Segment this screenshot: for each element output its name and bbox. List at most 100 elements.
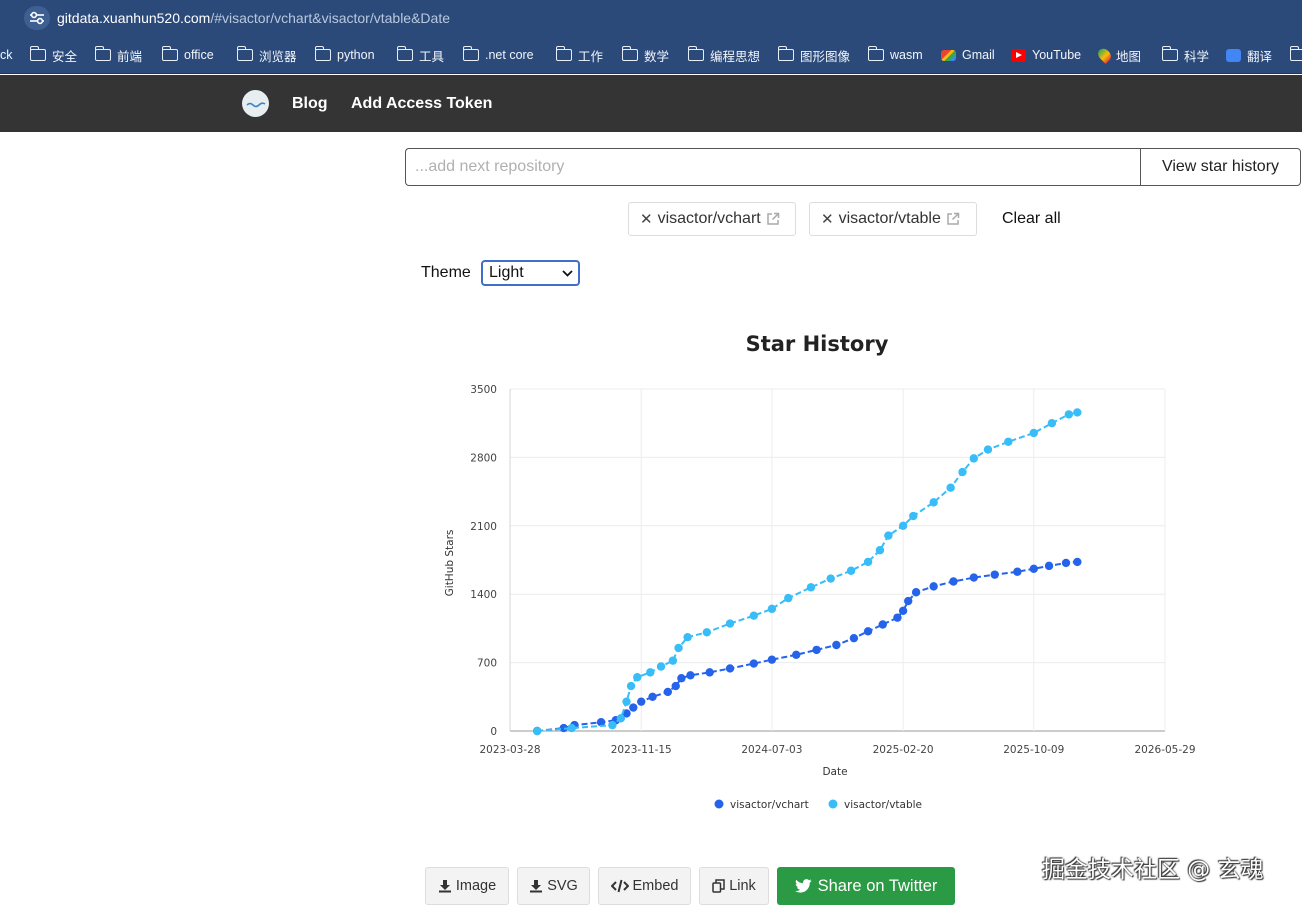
data-point <box>616 714 626 723</box>
logo-icon[interactable] <box>242 90 269 117</box>
folder-icon <box>314 46 331 61</box>
data-point <box>958 467 967 477</box>
bookmark-label: 工具 <box>419 49 445 64</box>
bookmark-folder[interactable] <box>1289 46 1302 64</box>
theme-label: Theme <box>421 264 471 281</box>
legend-label: visactor/vtable <box>844 799 922 811</box>
bookmark-folder[interactable]: 工作 <box>555 46 603 64</box>
data-point <box>1064 410 1074 419</box>
bookmark-folder[interactable]: 科学 <box>1161 46 1209 64</box>
data-point <box>846 566 856 575</box>
remove-icon[interactable]: ✕ <box>821 210 834 228</box>
browser-address-bar: gitdata.xuanhun520.com/#visactor/vchart&… <box>0 0 1302 36</box>
nav-blog-link[interactable]: Blog <box>292 95 328 113</box>
data-point <box>929 498 938 507</box>
download-image-button[interactable]: Image <box>425 867 509 905</box>
external-link-icon[interactable] <box>946 212 960 226</box>
y-axis-label: GitHub Stars <box>444 530 456 597</box>
bookmark-translate[interactable]: 翻译 <box>1226 46 1272 64</box>
data-point <box>969 573 979 582</box>
download-svg-button[interactable]: SVG <box>517 867 590 905</box>
site-info-button[interactable] <box>24 6 50 30</box>
data-point <box>725 619 735 628</box>
nav-add-token-link[interactable]: Add Access Token <box>351 95 492 113</box>
data-point <box>878 620 887 629</box>
bookmark-label: .net core <box>485 48 534 62</box>
data-point <box>1029 428 1038 438</box>
translate-icon <box>1226 48 1241 62</box>
data-point <box>626 681 636 691</box>
bookmark-folder[interactable]: 编程思想 <box>687 46 761 64</box>
legend-marker <box>714 799 724 809</box>
repo-chip-vchart: ✕ visactor/vchart <box>628 202 796 236</box>
theme-select[interactable]: Light <box>481 260 580 286</box>
remove-icon[interactable]: ✕ <box>640 210 653 228</box>
bookmark-folder[interactable]: 安全 <box>29 46 77 64</box>
data-point <box>629 703 638 712</box>
data-point <box>884 531 893 540</box>
bookmark-folder[interactable]: .net core <box>462 46 534 64</box>
bookmark-folder[interactable]: 图形图像 <box>777 46 850 64</box>
bookmark-label: Gmail <box>962 48 995 62</box>
bookmark-label: wasm <box>890 48 923 62</box>
maps-icon <box>1095 46 1114 64</box>
data-point <box>946 483 955 492</box>
bookmark-label: python <box>337 48 375 62</box>
bookmark-folder[interactable]: 工具 <box>396 46 445 64</box>
x-tick-label: 2026-05-29 <box>1134 744 1195 756</box>
bookmark-label: office <box>184 48 214 62</box>
bookmark-label: 数学 <box>644 49 670 64</box>
repo-chip-label[interactable]: visactor/vtable <box>839 210 941 228</box>
data-point <box>898 521 908 530</box>
data-point <box>646 668 655 677</box>
folder-icon <box>621 46 638 61</box>
bookmark-folder[interactable]: 浏览器 <box>236 46 297 64</box>
data-point <box>1047 419 1057 428</box>
bookmark-folder[interactable]: 数学 <box>621 46 670 64</box>
embed-button[interactable]: Embed <box>598 867 691 905</box>
copy-icon <box>712 879 725 893</box>
folder-icon <box>161 46 178 61</box>
y-tick-label: 2100 <box>470 521 497 533</box>
data-point <box>633 673 642 682</box>
clear-all-button[interactable]: Clear all <box>1002 210 1061 228</box>
external-link-icon[interactable] <box>766 212 780 226</box>
app-navbar: Blog Add Access Token <box>0 75 1302 132</box>
y-tick-label: 1400 <box>470 589 497 601</box>
folder-icon <box>462 46 479 61</box>
bookmark-item[interactable]: ck <box>0 46 13 64</box>
x-axis-label: Date <box>822 766 847 778</box>
x-tick-label: 2025-02-20 <box>873 744 934 756</box>
legend-marker <box>828 799 838 809</box>
y-tick-label: 2800 <box>470 452 497 464</box>
data-point <box>983 445 993 454</box>
bookmark-folder[interactable]: 前端 <box>94 46 142 64</box>
bookmark-label: ck <box>0 48 13 62</box>
repository-input[interactable] <box>405 148 1141 186</box>
x-axis-ticks: 2023-03-28 2023-11-15 2024-07-03 2025-02-20… <box>479 744 1195 756</box>
share-on-twitter-button[interactable]: Share on Twitter <box>777 867 955 905</box>
bookmark-gmail[interactable]: Gmail <box>941 46 995 64</box>
data-point <box>806 583 816 592</box>
link-button-label: Link <box>729 878 756 894</box>
bookmark-label: 编程思想 <box>710 49 761 64</box>
link-button[interactable]: Link <box>699 867 769 905</box>
folder-icon <box>396 46 413 61</box>
url-field[interactable]: gitdata.xuanhun520.com/#visactor/vchart&… <box>57 10 450 26</box>
bookmark-folder[interactable]: python <box>314 46 375 64</box>
data-point <box>826 574 835 583</box>
repo-chip-label[interactable]: visactor/vchart <box>658 210 761 228</box>
data-point <box>725 664 735 673</box>
bookmark-folder[interactable]: wasm <box>867 46 923 64</box>
bookmark-maps[interactable]: 地图 <box>1095 46 1141 64</box>
data-point <box>648 692 657 701</box>
view-star-history-button[interactable]: View star history <box>1140 148 1301 186</box>
bookmark-folder[interactable]: office <box>161 46 214 64</box>
data-point <box>949 577 958 586</box>
embed-button-label: Embed <box>632 878 679 894</box>
data-point <box>832 640 841 650</box>
data-point <box>767 604 777 614</box>
bookmarks-bar: ck 安全 前端 office 浏览器 python 工具 .net core … <box>0 36 1302 74</box>
gmail-icon <box>941 49 956 61</box>
bookmark-youtube[interactable]: YouTube <box>1011 46 1081 64</box>
